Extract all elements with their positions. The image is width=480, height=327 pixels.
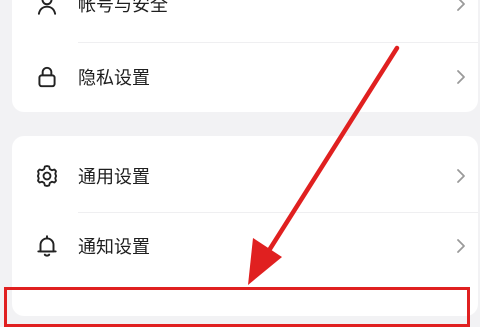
highlight-box: [4, 287, 470, 327]
chevron-right-icon: [457, 70, 465, 84]
settings-item-notifications[interactable]: 通知设置: [12, 214, 478, 278]
settings-item-privacy[interactable]: 隐私设置: [12, 45, 478, 109]
chevron-right-icon: [457, 0, 465, 11]
bell-icon: [37, 235, 57, 257]
user-icon: [37, 0, 57, 15]
chevron-right-icon: [457, 239, 465, 253]
chevron-right-icon: [457, 169, 465, 183]
settings-item-account-security[interactable]: 帐号与安全: [12, 0, 478, 36]
divider: [78, 42, 478, 43]
lock-icon: [38, 66, 56, 88]
settings-item-label: 通知设置: [78, 237, 150, 258]
gear-icon: [36, 165, 58, 187]
divider: [78, 212, 478, 213]
settings-item-label: 隐私设置: [78, 68, 150, 89]
settings-item-general[interactable]: 通用设置: [12, 144, 478, 208]
settings-item-label: 通用设置: [78, 167, 150, 188]
account-settings-card: 帐号与安全 隐私设置: [12, 0, 478, 112]
settings-item-label: 帐号与安全: [78, 0, 168, 16]
